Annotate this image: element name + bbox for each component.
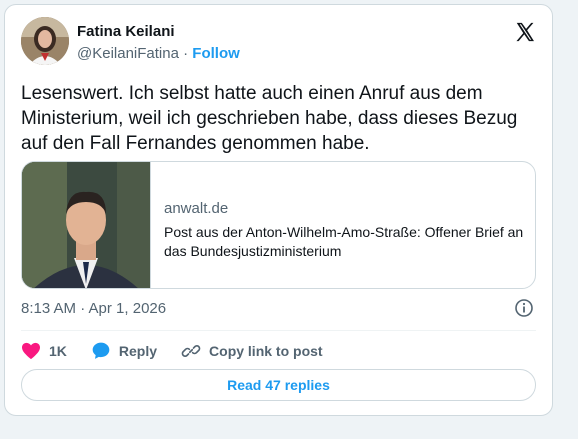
like-button[interactable]: 1K (21, 342, 67, 360)
embedded-tweet-card: Fatina Keilani @KeilaniFatina · Follow L… (4, 4, 553, 416)
divider (21, 330, 536, 331)
avatar[interactable] (21, 17, 69, 65)
heart-icon (22, 342, 40, 360)
portrait-image (22, 162, 150, 288)
speech-bubble-icon (92, 342, 110, 359)
separator-dot: · (183, 45, 189, 62)
link-icon (181, 345, 201, 357)
copy-link-button[interactable]: Copy link to post (181, 341, 323, 361)
read-replies-button[interactable]: Read 47 replies (21, 369, 536, 401)
link-title: Post aus der Anton-Wilhelm-Amo-Straße: O… (164, 224, 524, 259)
author-handle[interactable]: @KeilaniFatina (77, 45, 179, 62)
follow-button[interactable]: Follow (192, 45, 240, 62)
link-thumbnail (22, 162, 151, 288)
tweet-text: Lesenswert. Ich selbst hatte auch einen … (21, 83, 518, 154)
link-preview-card[interactable]: anwalt.de Post aus der Anton-Wilhelm-Amo… (21, 161, 536, 289)
reply-label: Reply (118, 343, 158, 359)
reply-button[interactable]: Reply (91, 341, 157, 361)
avatar-image (21, 17, 69, 65)
link-domain: anwalt.de (164, 200, 229, 217)
post-timestamp[interactable]: 8:13 AM · Apr 1, 2026 (21, 300, 166, 317)
like-count: 1K (49, 343, 67, 359)
author-handle-row: @KeilaniFatina · Follow (77, 45, 240, 62)
copy-link-label: Copy link to post (209, 343, 323, 359)
x-logo-icon[interactable] (514, 21, 536, 43)
action-bar: 1K Reply Copy link to post (21, 339, 347, 363)
info-icon[interactable] (514, 298, 534, 318)
author-name[interactable]: Fatina Keilani (77, 23, 175, 40)
